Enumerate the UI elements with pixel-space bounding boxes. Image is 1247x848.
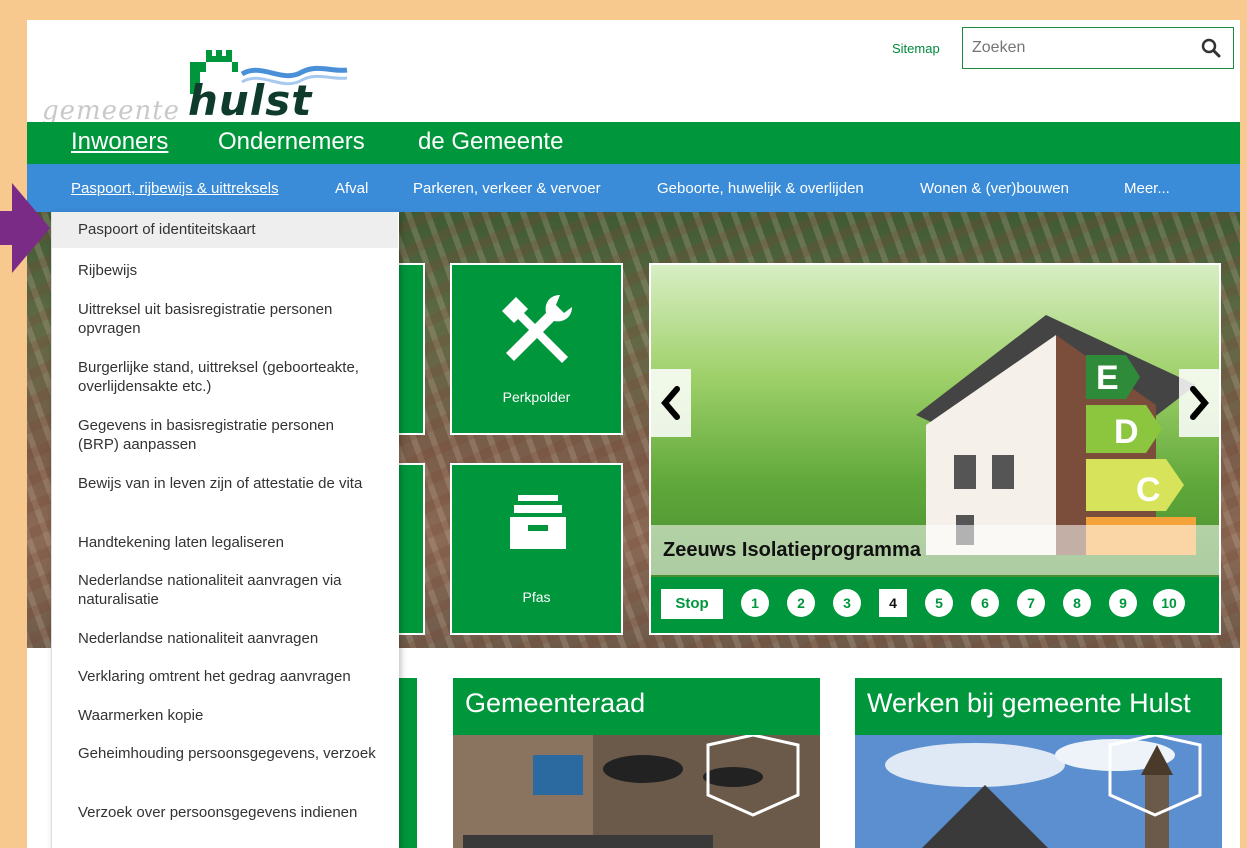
card-title: Gemeenteraad (465, 688, 646, 718)
chevron-left-icon (661, 386, 680, 420)
card-gemeenteraad[interactable]: Gemeenteraad (453, 678, 820, 848)
tile-label: Perkpolder (502, 389, 571, 405)
dropdown-item[interactable]: Waarmerken kopie (78, 706, 378, 725)
slider-page-3[interactable]: 3 (833, 589, 861, 617)
card-werken-bij[interactable]: Werken bij gemeente Hulst (855, 678, 1222, 848)
dropdown-menu: Paspoort of identiteitskaart Rijbewijs U… (51, 212, 399, 848)
archive-tray-icon (510, 495, 566, 549)
slider-page-6[interactable]: 6 (971, 589, 999, 617)
tile-label: Pfas (522, 589, 551, 605)
subnav-paspoort[interactable]: Paspoort, rijbewijs & uittreksels (71, 180, 279, 197)
subnav-parkeren[interactable]: Parkeren, verkeer & vervoer (413, 180, 601, 197)
primary-nav: Inwoners Ondernemers de Gemeente (27, 122, 1240, 164)
dropdown-item[interactable]: Verzoek over persoonsgegevens indienen (78, 803, 378, 822)
house-energy-image: E D C (916, 315, 1196, 555)
logo-name: hulst (188, 76, 313, 125)
slider-page-1[interactable]: 1 (741, 589, 769, 617)
dropdown-item[interactable]: Bewijs van in leven zijn of attestatie d… (78, 474, 378, 493)
dropdown-item[interactable]: Verklaring omtrent het gedrag aanvragen (78, 667, 378, 686)
energy-label-e: E (1096, 359, 1119, 397)
sitemap-link[interactable]: Sitemap (892, 41, 940, 56)
secondary-nav: Paspoort, rijbewijs & uittreksels Afval … (27, 164, 1240, 212)
slider-page-7[interactable]: 7 (1017, 589, 1045, 617)
slider-next-button[interactable] (1179, 369, 1219, 437)
site-logo[interactable]: gemeente hulst (42, 42, 348, 128)
card-title: Werken bij gemeente Hulst (867, 688, 1191, 718)
energy-label-d: D (1114, 413, 1139, 451)
subnav-afval[interactable]: Afval (335, 180, 368, 197)
nav-de-gemeente[interactable]: de Gemeente (418, 128, 563, 156)
chevron-right-icon (1190, 386, 1209, 420)
subnav-geboorte[interactable]: Geboorte, huwelijk & overlijden (657, 180, 864, 197)
slider-page-10[interactable]: 10 (1153, 589, 1185, 617)
slider-page-2[interactable]: 2 (787, 589, 815, 617)
council-photo (453, 735, 820, 848)
slider-page-9[interactable]: 9 (1109, 589, 1137, 617)
search-input[interactable] (963, 28, 1183, 68)
slider-caption[interactable]: Zeeuws Isolatieprogramma (651, 525, 1219, 575)
tile-perkpolder[interactable]: Perkpolder (450, 263, 623, 435)
dropdown-item[interactable]: Handtekening laten legaliseren (78, 533, 378, 552)
dropdown-item[interactable]: Rijbewijs (78, 261, 378, 280)
slider-page-4[interactable]: 4 (879, 589, 907, 617)
dropdown-item[interactable]: Gegevens in basisregistratie personen (B… (78, 416, 378, 454)
dropdown-item[interactable]: Paspoort of identiteitskaart (52, 212, 398, 248)
image-slider: E D C Zeeuws Isolatieprogramma Stop 1 2 … (649, 263, 1221, 635)
dropdown-item[interactable]: Nederlandse nationaliteit aanvragen (78, 629, 378, 648)
search-icon[interactable] (1201, 38, 1221, 58)
search-box (962, 27, 1234, 69)
dropdown-item[interactable]: Burgerlijke stand, uittreksel (geboortea… (78, 358, 378, 396)
slider-stop-button[interactable]: Stop (661, 589, 723, 619)
tools-icon (502, 295, 572, 363)
subnav-meer[interactable]: Meer... (1124, 180, 1170, 197)
church-photo (855, 735, 1222, 848)
tile-pfas[interactable]: Pfas (450, 463, 623, 635)
nav-ondernemers[interactable]: Ondernemers (218, 128, 365, 156)
dropdown-item[interactable]: Nederlandse nationaliteit aanvragen via … (78, 571, 378, 609)
slider-prev-button[interactable] (651, 369, 691, 437)
pointer-arrow-icon (0, 183, 50, 273)
slider-controls: Stop 1 2 3 4 5 6 7 8 9 10 (651, 577, 1219, 633)
nav-inwoners[interactable]: Inwoners (71, 128, 168, 156)
dropdown-item[interactable]: Geheimhouding persoonsgegevens, verzoek (78, 744, 378, 763)
dropdown-item[interactable]: Uittreksel uit basisregistratie personen… (78, 300, 378, 338)
slider-page-5[interactable]: 5 (925, 589, 953, 617)
slider-page-8[interactable]: 8 (1063, 589, 1091, 617)
page: gemeente hulst Sitemap Inwoners Ondernem… (27, 20, 1240, 848)
energy-label-c: C (1136, 471, 1161, 509)
subnav-wonen[interactable]: Wonen & (ver)bouwen (920, 180, 1069, 197)
